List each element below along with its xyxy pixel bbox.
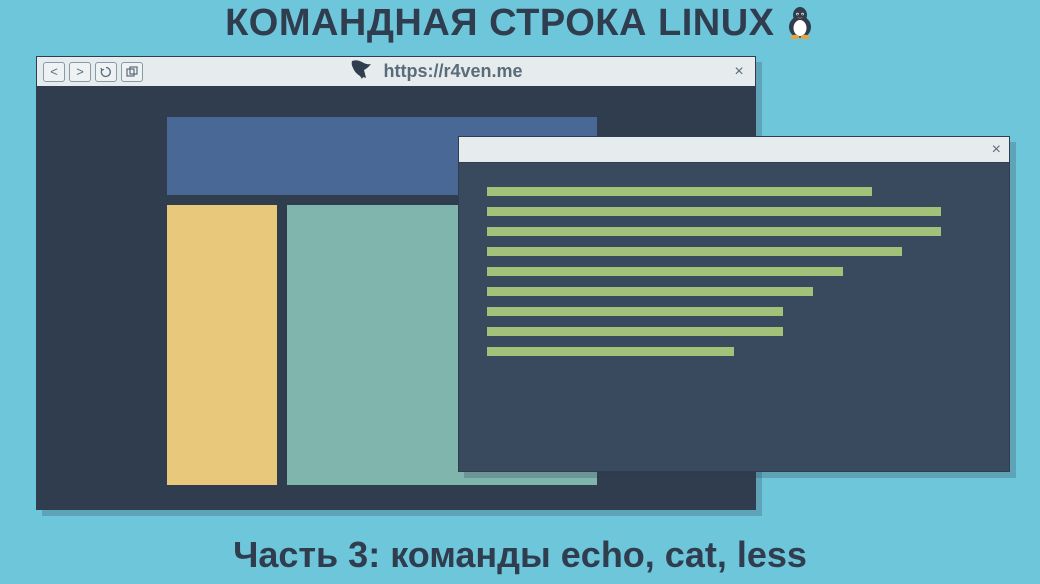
browser-close-button[interactable]: × — [729, 63, 749, 81]
forward-button[interactable]: > — [69, 62, 91, 82]
terminal-output-line — [487, 347, 734, 356]
browser-toolbar: < > https://r4ven.me × — [37, 57, 755, 87]
terminal-output-line — [487, 307, 783, 316]
back-button[interactable]: < — [43, 62, 65, 82]
raven-icon — [349, 58, 375, 85]
tabs-button[interactable] — [121, 62, 143, 82]
terminal-close-button[interactable]: × — [992, 141, 1001, 159]
terminal-output-line — [487, 227, 941, 236]
tux-penguin-icon — [785, 5, 815, 44]
terminal-window: × — [458, 136, 1010, 472]
layout-block-sidebar — [167, 205, 277, 485]
url-text: https://r4ven.me — [383, 61, 522, 82]
address-bar[interactable]: https://r4ven.me — [147, 58, 725, 85]
terminal-output-line — [487, 267, 843, 276]
terminal-output-line — [487, 247, 902, 256]
terminal-titlebar: × — [459, 137, 1009, 163]
page-header: КОМАНДНАЯ СТРОКА LINUX — [0, 2, 1040, 45]
tabs-icon — [126, 66, 138, 78]
reload-icon — [100, 66, 112, 78]
terminal-output-line — [487, 207, 941, 216]
reload-button[interactable] — [95, 62, 117, 82]
page-subtitle: Часть 3: команды echo, cat, less — [0, 534, 1040, 576]
terminal-output-line — [487, 287, 813, 296]
terminal-body[interactable] — [459, 163, 1009, 471]
terminal-output-line — [487, 327, 783, 336]
terminal-output-line — [487, 187, 872, 196]
page-title: КОМАНДНАЯ СТРОКА LINUX — [225, 2, 774, 45]
